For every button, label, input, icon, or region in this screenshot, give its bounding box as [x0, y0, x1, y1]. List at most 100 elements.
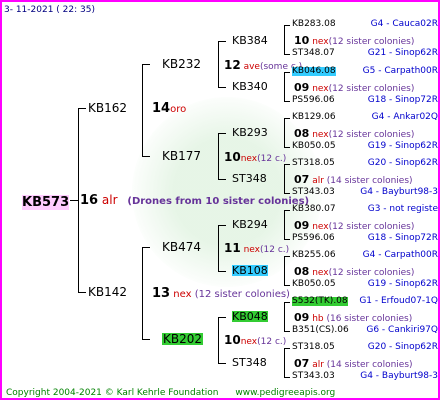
ggp-a-code: nex — [312, 37, 329, 47]
g4-3-info: G18 - Sinop72R — [367, 95, 438, 105]
ggp-f-note: (12 sister colonies) — [328, 268, 415, 278]
connector — [142, 339, 150, 340]
g4-11-name[interactable]: KB050.05 — [292, 280, 336, 289]
parent-lower-note: (12 sister colonies) — [194, 289, 290, 300]
ggp-b-name[interactable]: KB340 — [232, 81, 268, 92]
connector — [218, 317, 226, 318]
g4-10-name[interactable]: KB255.06 — [292, 251, 336, 260]
g4-13-name[interactable]: B351(CS).06 — [292, 326, 349, 335]
gp-c-name[interactable]: KB474 — [162, 241, 201, 253]
ggp-h-name[interactable]: ST348 — [232, 357, 267, 368]
connector — [218, 133, 219, 179]
g4-10-info: G4 - Carpath00R — [362, 250, 438, 260]
g4-1-info: G21 - Sinop62R — [367, 48, 438, 58]
ggp-g-gen: 09 — [294, 311, 310, 324]
date-stamp: 3- 11-2021 ( 22: 35) — [4, 5, 95, 15]
gp-c-info: 11 nex(12 c.) — [224, 242, 289, 255]
connector — [284, 164, 285, 193]
gp-b-gen: 10 — [224, 150, 241, 164]
connector — [218, 271, 226, 272]
root-name[interactable]: KB573 — [22, 195, 70, 210]
ggp-c-note: (12 sister colonies) — [328, 130, 415, 140]
g4-12-info: G1 - Erfoud07-1Q — [359, 296, 438, 306]
ggp-f-name[interactable]: KB108 — [232, 265, 268, 276]
parent-upper-info: 14oro — [152, 102, 186, 115]
ggp-c-gen: 08 — [294, 127, 310, 140]
connector — [142, 247, 143, 339]
gp-d-name[interactable]: KB202 — [162, 333, 204, 345]
ggp-b-info: 09 nex(12 sister colonies) — [294, 82, 414, 94]
ggp-b-gen: 09 — [294, 81, 310, 94]
connector — [284, 72, 290, 73]
gp-a-info: 12 ave(some c.) — [224, 59, 302, 72]
ggp-d-code: alr — [312, 176, 324, 186]
gp-d-gen: 10 — [224, 333, 241, 347]
connector — [142, 156, 150, 157]
gp-a-gen: 12 — [224, 58, 241, 72]
g4-13-info: G6 - Cankiri97Q — [366, 325, 438, 335]
parent-lower-info: 13 nex (12 sister colonies) — [152, 287, 290, 300]
parent-lower-gen: 13 — [152, 286, 171, 301]
connector — [284, 377, 290, 378]
g4-0-info: G4 - Cauca02R — [370, 19, 438, 29]
gp-a-code: ave — [243, 62, 260, 72]
ggp-f-info: 08 nex(12 sister colonies) — [294, 266, 414, 278]
g4-14-name[interactable]: ST318.05 — [292, 343, 335, 352]
g4-6-name[interactable]: ST318.05 — [292, 159, 335, 168]
gp-a-name[interactable]: KB232 — [162, 58, 201, 70]
g4-2-name[interactable]: KB046.08 — [292, 67, 336, 76]
website-link[interactable]: www.pedigreeapis.org — [235, 388, 335, 398]
g4-7-name[interactable]: ST343.03 — [292, 188, 335, 197]
gp-b-name[interactable]: KB177 — [162, 150, 201, 162]
g4-15-info: G4 - Bayburt98-3 — [360, 371, 438, 381]
ggp-c-info: 08 nex(12 sister colonies) — [294, 128, 414, 140]
g4-12-name[interactable]: S532(TK).08 — [292, 297, 348, 306]
g4-6-info: G20 - Sinop62R — [367, 158, 438, 168]
ggp-d-info: 07 alr (14 sister colonies) — [294, 174, 413, 186]
connector — [78, 108, 86, 109]
ggp-f-code: nex — [312, 268, 329, 278]
connector — [284, 348, 285, 377]
ggp-e-info: 09 nex(12 sister colonies) — [294, 220, 414, 232]
gp-d-code: nex — [240, 337, 258, 347]
connector — [284, 101, 290, 102]
gp-d-info: 10nex(12 c.) — [224, 334, 286, 347]
g4-9-name[interactable]: PS596.06 — [292, 234, 335, 243]
g4-3-name[interactable]: PS596.06 — [292, 96, 335, 105]
connector — [218, 317, 219, 363]
gp-b-code: nex — [240, 154, 258, 164]
g4-4-name[interactable]: KB129.06 — [292, 113, 336, 122]
gp-c-note: (12 c.) — [260, 245, 290, 255]
connector — [284, 147, 290, 148]
connector — [284, 348, 290, 349]
ggp-c-code: nex — [312, 130, 329, 140]
g4-8-name[interactable]: KB380.07 — [292, 205, 336, 214]
ggp-g-note: (16 sister colonies) — [326, 314, 413, 324]
connector — [218, 41, 226, 42]
g4-5-name[interactable]: KB050.05 — [292, 142, 336, 151]
ggp-a-name[interactable]: KB384 — [232, 35, 268, 46]
ggp-b-code: nex — [312, 84, 329, 94]
ggp-e-name[interactable]: KB294 — [232, 219, 268, 230]
parent-lower-name[interactable]: KB142 — [88, 286, 127, 298]
ggp-e-code: nex — [312, 222, 329, 232]
g4-4-info: G4 - Ankar02Q — [371, 112, 438, 122]
g4-9-info: G18 - Sinop72R — [367, 233, 438, 243]
ggp-h-info: 07 alr (14 sister colonies) — [294, 358, 413, 370]
ggp-g-name[interactable]: KB048 — [232, 311, 268, 322]
g4-0-name[interactable]: KB283.08 — [292, 20, 336, 29]
connector — [142, 247, 150, 248]
g4-1-name[interactable]: ST348.07 — [292, 49, 335, 58]
connector — [284, 25, 285, 54]
connector — [70, 200, 78, 201]
ggp-c-name[interactable]: KB293 — [232, 127, 268, 138]
parent-upper-name[interactable]: KB162 — [88, 102, 127, 114]
ggp-b-note: (12 sister colonies) — [328, 84, 415, 94]
ggp-d-name[interactable]: ST348 — [232, 173, 267, 184]
ggp-e-note: (12 sister colonies) — [328, 222, 415, 232]
g4-15-name[interactable]: ST343.03 — [292, 372, 335, 381]
connector — [284, 25, 290, 26]
gp-d-note: (12 c.) — [257, 337, 287, 347]
root-node[interactable]: KB573 — [22, 193, 70, 210]
connector — [218, 87, 226, 88]
